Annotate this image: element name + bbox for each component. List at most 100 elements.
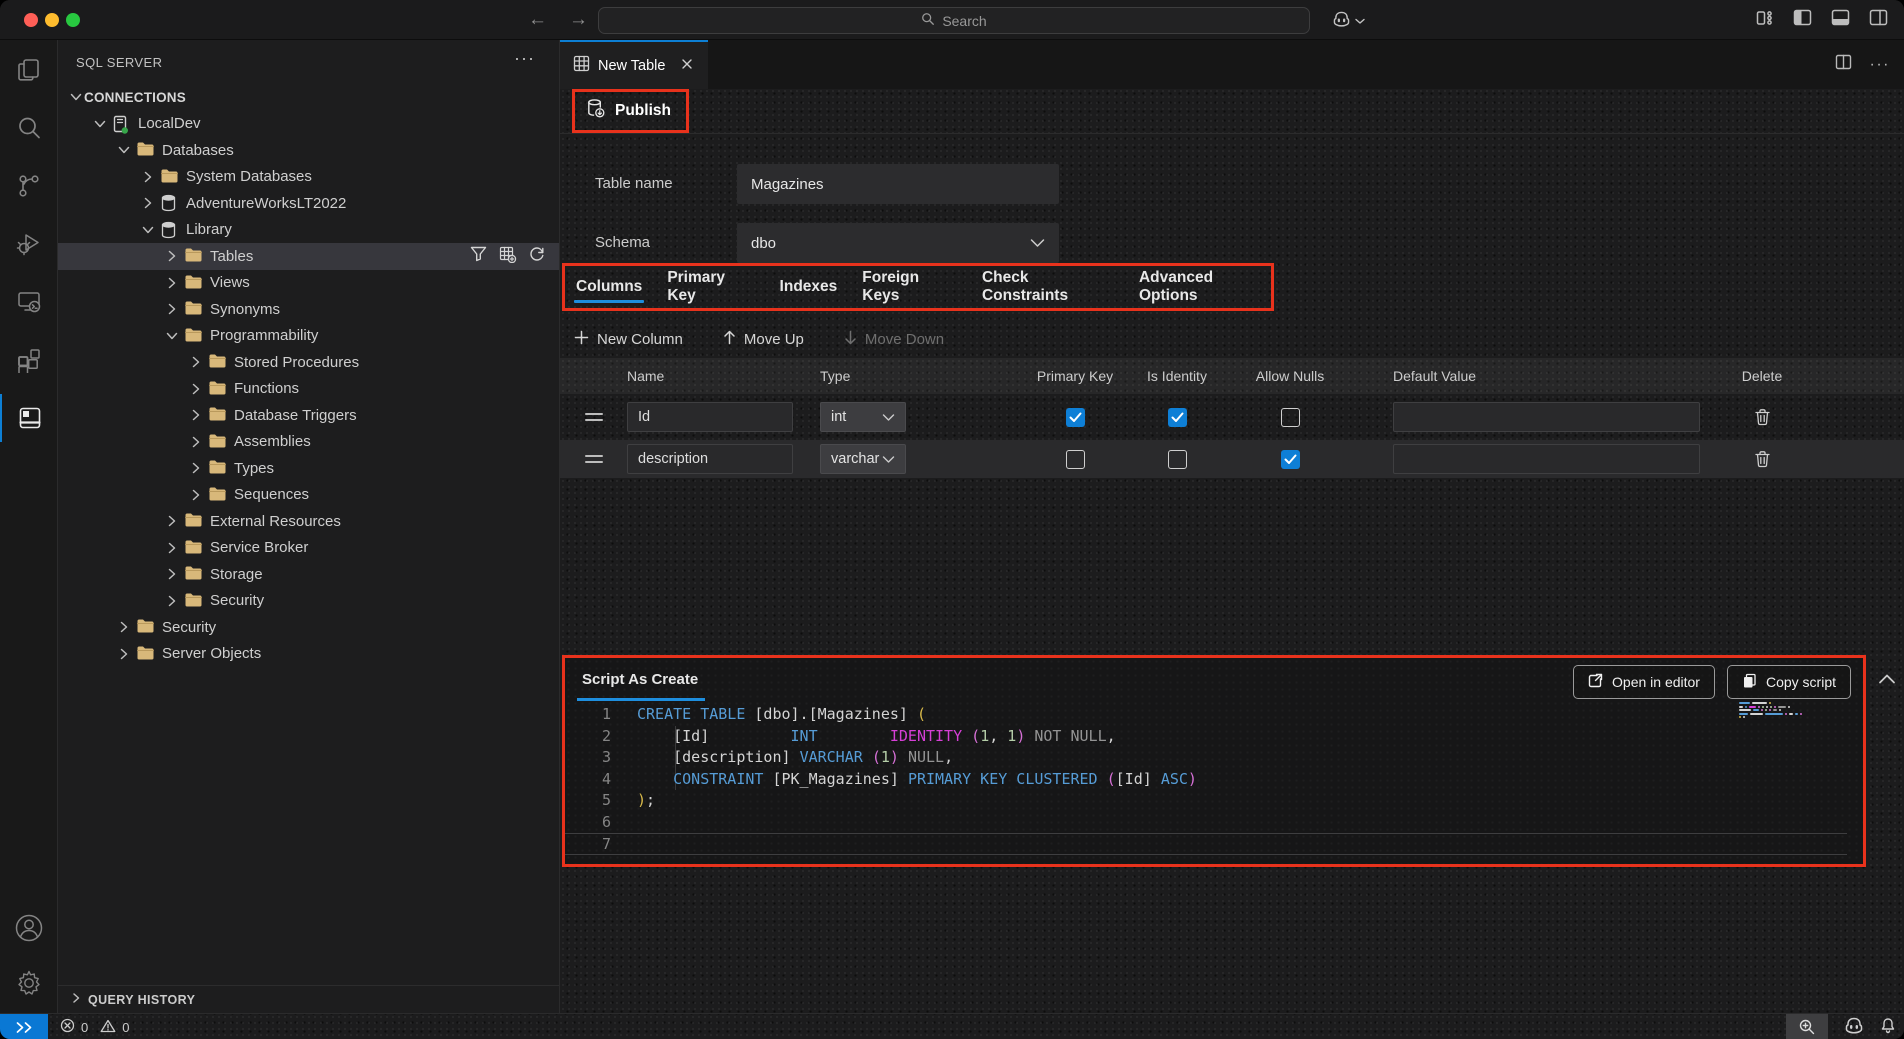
- code-line-4: 4 CONSTRAINT [PK_Magazines] PRIMARY KEY …: [565, 769, 1863, 791]
- toggle-secondary-sidebar-icon[interactable]: [1869, 9, 1888, 31]
- tree-item-localdev[interactable]: LocalDev: [58, 111, 559, 138]
- toggle-panel-icon[interactable]: [1831, 9, 1850, 31]
- designer-tab-columns[interactable]: Columns: [576, 266, 642, 308]
- command-center-search[interactable]: Search: [598, 7, 1310, 34]
- checkbox-checked[interactable]: [1168, 408, 1187, 427]
- more-actions-icon[interactable]: ···: [514, 48, 535, 69]
- tree-item-synonyms[interactable]: Synonyms: [58, 296, 559, 323]
- collapse-panel-icon[interactable]: [1878, 672, 1896, 690]
- checkbox-checked[interactable]: [1066, 408, 1085, 427]
- designer-tab-advanced-options[interactable]: Advanced Options: [1139, 266, 1271, 308]
- table-name-input[interactable]: Magazines: [737, 164, 1059, 204]
- designer-tab-foreign-keys[interactable]: Foreign Keys: [862, 266, 957, 308]
- query-history-section[interactable]: QUERY HISTORY: [58, 985, 559, 1013]
- drag-handle-icon[interactable]: [576, 398, 612, 436]
- publish-button[interactable]: Publish: [615, 102, 671, 120]
- maximize-window-button[interactable]: [66, 13, 80, 27]
- copy-script-button[interactable]: Copy script: [1727, 665, 1851, 699]
- checkbox-unchecked[interactable]: [1168, 450, 1187, 469]
- tree-item-service-broker[interactable]: Service Broker: [58, 535, 559, 562]
- search-icon[interactable]: [0, 104, 58, 152]
- default-value-input[interactable]: [1393, 444, 1700, 474]
- delete-row-icon[interactable]: [1728, 440, 1796, 478]
- source-control-icon[interactable]: [0, 162, 58, 210]
- tree-item-label: Database Triggers: [234, 407, 357, 424]
- column-type-dropdown[interactable]: int: [820, 402, 906, 432]
- sql-server-icon[interactable]: [0, 394, 58, 442]
- column-type-dropdown[interactable]: varchar: [820, 444, 906, 474]
- folder-icon: [208, 353, 227, 371]
- back-icon[interactable]: ←: [528, 9, 547, 31]
- default-value-input[interactable]: [1393, 402, 1700, 432]
- copilot-status-icon[interactable]: [1844, 1017, 1864, 1037]
- sql-code[interactable]: 1CREATE TABLE [dbo].[Magazines] (2 [Id] …: [565, 704, 1863, 855]
- gear-icon[interactable]: [0, 959, 58, 1007]
- tree-item-functions[interactable]: Functions: [58, 376, 559, 403]
- tree-item-security[interactable]: Security: [58, 614, 559, 641]
- tree-item-types[interactable]: Types: [58, 455, 559, 482]
- column-row-id: Idint: [560, 398, 1904, 436]
- customize-layout-icon[interactable]: [1756, 9, 1774, 32]
- tree-item-connections[interactable]: CONNECTIONS: [58, 84, 559, 111]
- run-debug-icon[interactable]: [0, 220, 58, 268]
- tree-item-system-databases[interactable]: System Databases: [58, 164, 559, 191]
- close-tab-icon[interactable]: [681, 58, 693, 74]
- tree-item-views[interactable]: Views: [58, 270, 559, 297]
- script-as-create-tab[interactable]: Script As Create: [582, 671, 698, 688]
- designer-tab-check-constraints[interactable]: Check Constraints: [982, 266, 1114, 308]
- notifications-bell-icon[interactable]: [1880, 1017, 1896, 1037]
- tree-item-programmability[interactable]: Programmability: [58, 323, 559, 350]
- tree-item-stored-procedures[interactable]: Stored Procedures: [58, 349, 559, 376]
- extensions-icon[interactable]: [0, 336, 58, 384]
- schema-dropdown[interactable]: dbo: [737, 223, 1059, 263]
- tree-item-database-triggers[interactable]: Database Triggers: [58, 402, 559, 429]
- split-editor-icon[interactable]: [1835, 54, 1852, 75]
- forward-icon[interactable]: →: [569, 9, 588, 31]
- close-window-button[interactable]: [24, 13, 38, 27]
- minimize-window-button[interactable]: [45, 13, 59, 27]
- editor-more-actions-icon[interactable]: ···: [1870, 56, 1890, 74]
- tree-item-assemblies[interactable]: Assemblies: [58, 429, 559, 456]
- designer-tab-primary-key[interactable]: Primary Key: [667, 266, 754, 308]
- chevron-right-icon: [140, 170, 156, 184]
- account-icon[interactable]: [0, 904, 58, 952]
- new-table-icon[interactable]: [499, 246, 517, 267]
- tree-item-adventureworkslt2022[interactable]: AdventureWorksLT2022: [58, 190, 559, 217]
- open-in-editor-button[interactable]: Open in editor: [1573, 665, 1715, 699]
- checkbox-unchecked[interactable]: [1066, 450, 1085, 469]
- tree-item-security[interactable]: Security: [58, 588, 559, 615]
- tree-item-label: External Resources: [210, 513, 341, 530]
- tree-item-storage[interactable]: Storage: [58, 561, 559, 588]
- open-external-icon: [1588, 673, 1603, 691]
- columns-grid: NameTypePrimary KeyIs IdentityAllow Null…: [560, 358, 1904, 478]
- tree-item-server-objects[interactable]: Server Objects: [58, 641, 559, 668]
- checkbox-unchecked[interactable]: [1281, 408, 1300, 427]
- move-down-button[interactable]: Move Down: [844, 330, 944, 349]
- refresh-icon[interactable]: [529, 246, 545, 266]
- chevron-down-icon: [116, 143, 132, 157]
- drag-handle-icon[interactable]: [576, 440, 612, 478]
- tree-item-tables[interactable]: Tables: [58, 243, 559, 270]
- checkbox-checked[interactable]: [1281, 450, 1300, 469]
- move-up-button[interactable]: Move Up: [723, 330, 804, 349]
- tree-item-sequences[interactable]: Sequences: [58, 482, 559, 509]
- warnings-icon: [100, 1019, 116, 1036]
- column-name-input[interactable]: Id: [627, 402, 793, 432]
- tree-item-databases[interactable]: Databases: [58, 137, 559, 164]
- code-line-1: 1CREATE TABLE [dbo].[Magazines] (: [565, 704, 1863, 726]
- remote-indicator[interactable]: [0, 1014, 48, 1039]
- zoom-status-icon[interactable]: [1786, 1014, 1828, 1039]
- filter-icon[interactable]: [470, 246, 487, 266]
- toggle-primary-sidebar-icon[interactable]: [1793, 9, 1812, 31]
- problems-status[interactable]: 0 0: [60, 1014, 129, 1039]
- column-name-input[interactable]: description: [627, 444, 793, 474]
- tree-item-external-resources[interactable]: External Resources: [58, 508, 559, 535]
- tab-new-table[interactable]: New Table: [560, 40, 708, 89]
- remote-explorer-icon[interactable]: [0, 278, 58, 326]
- copilot-menu[interactable]: [1332, 8, 1365, 34]
- explorer-icon[interactable]: [0, 46, 58, 94]
- designer-tab-indexes[interactable]: Indexes: [780, 266, 838, 308]
- tree-item-library[interactable]: Library: [58, 217, 559, 244]
- new-column-button[interactable]: New Column: [574, 330, 683, 349]
- delete-row-icon[interactable]: [1728, 398, 1796, 436]
